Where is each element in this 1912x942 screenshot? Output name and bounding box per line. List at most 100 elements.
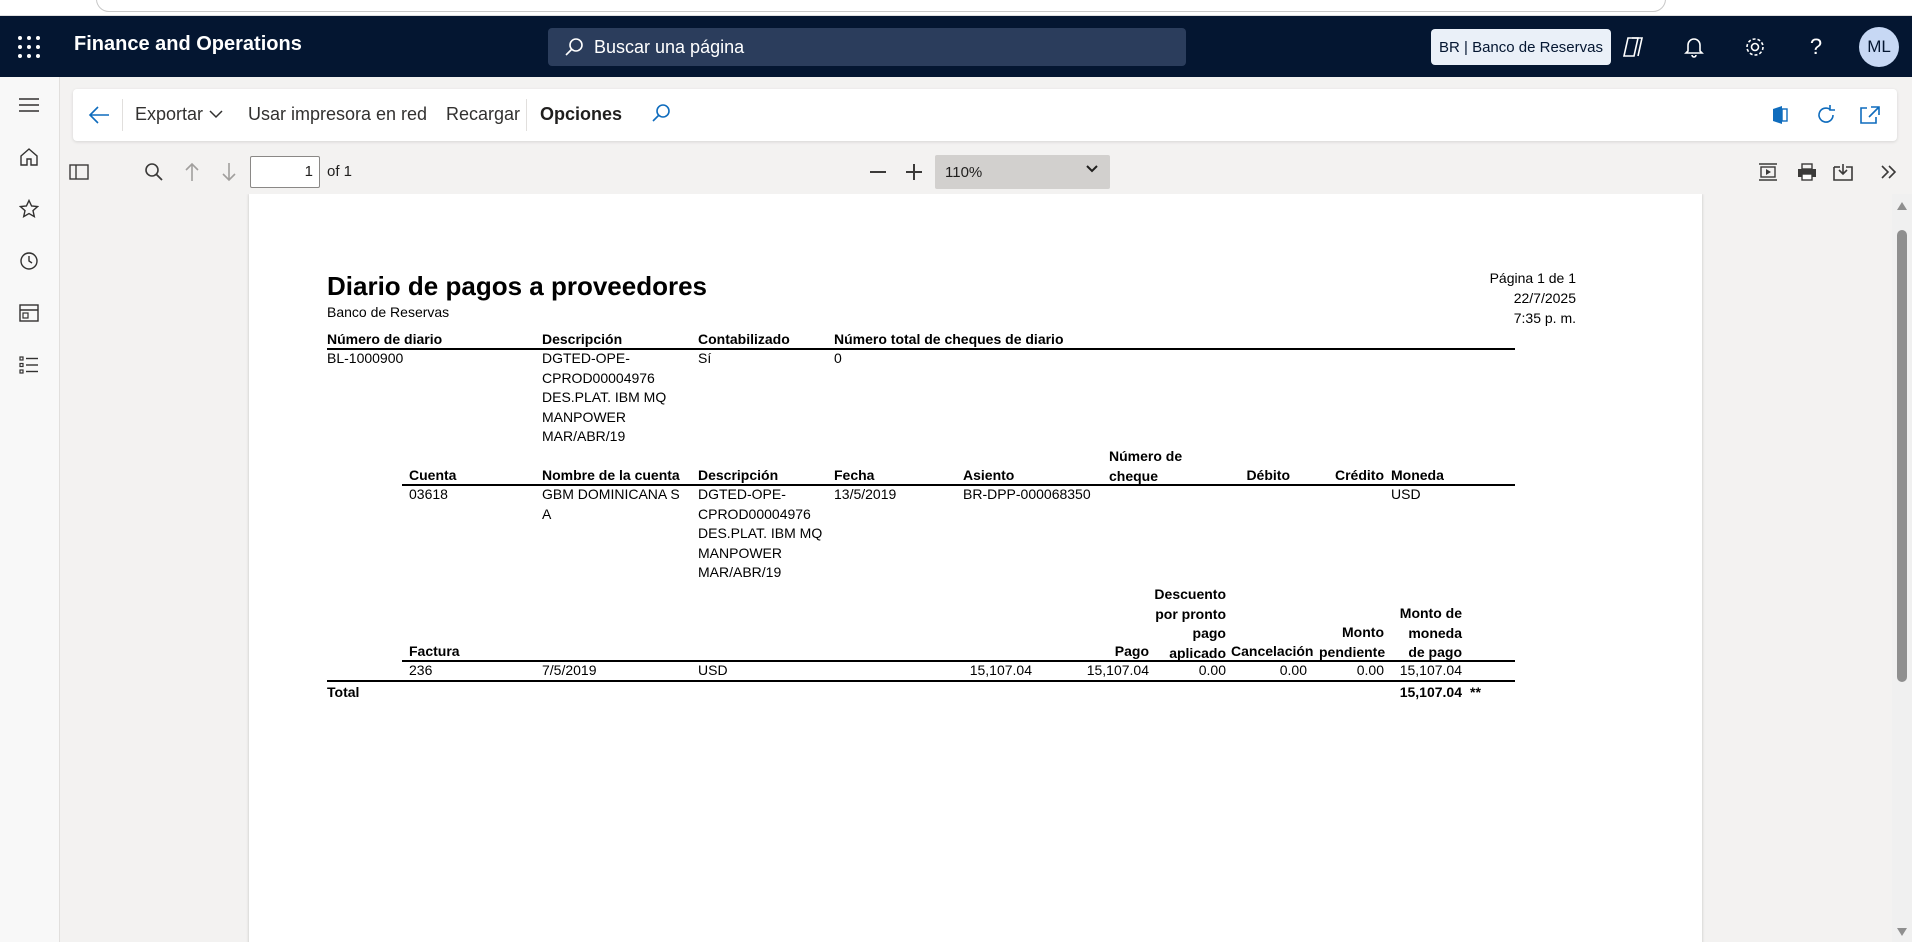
col-remaining: Monto pendiente (1319, 624, 1386, 660)
pdf-viewer[interactable]: Diario de pagos a proveedores Banco de R… (61, 194, 1892, 942)
previous-page-arrow-icon[interactable] (179, 159, 205, 185)
invoice-currency-value: USD (698, 662, 728, 678)
left-navigation (0, 77, 60, 942)
zoom-select[interactable]: 110% (935, 155, 1110, 189)
print-icon[interactable] (1794, 159, 1820, 185)
divider (526, 99, 527, 131)
hamburger-menu-icon[interactable] (15, 91, 43, 119)
pdf-toolbar: 1 of 1 110% (61, 150, 1912, 194)
settings-gear-icon[interactable] (1740, 32, 1770, 62)
account-value: 03618 (409, 486, 448, 502)
action-pane: Exportar Usar impresora en red Recargar … (73, 89, 1897, 141)
search-icon (565, 38, 583, 56)
divider (122, 99, 123, 131)
global-search[interactable]: Buscar una página (548, 28, 1186, 66)
browser-address-bar[interactable] (96, 0, 1666, 12)
find-search-icon[interactable] (141, 159, 167, 185)
next-page-arrow-icon[interactable] (216, 159, 242, 185)
reload-button[interactable]: Recargar (446, 104, 520, 125)
company-picker[interactable]: BR | Banco de Reservas (1431, 29, 1611, 65)
page-number-input[interactable]: 1 (250, 156, 320, 188)
notifications-icon[interactable] (1679, 32, 1709, 62)
sidebar-toggle-icon[interactable] (66, 159, 92, 185)
presentation-mode-icon[interactable] (1755, 159, 1781, 185)
col-description: Descripción (542, 331, 623, 347)
col-account: Cuenta (409, 467, 457, 483)
report-title: Diario de pagos a proveedores (327, 271, 708, 301)
journal-number-value: BL-1000900 (327, 350, 404, 366)
col-payment-currency-amount: Monto de moneda de pago (1399, 605, 1462, 660)
col-posted: Contabilizado (698, 331, 790, 347)
more-tools-chevron-icon[interactable] (1876, 159, 1902, 185)
office-icon[interactable] (1767, 102, 1793, 128)
chevron-down-icon (209, 110, 223, 119)
total-rule (327, 680, 1515, 682)
help-icon[interactable]: ? (1801, 32, 1831, 62)
invoice-value: 236 (409, 662, 433, 678)
scroll-thumb[interactable] (1897, 230, 1907, 682)
report-page: Diario de pagos a proveedores Banco de R… (249, 194, 1702, 942)
posted-value: Sí (698, 350, 712, 366)
col-cancellation: Cancelación (1231, 643, 1314, 659)
app-header: Finance and Operations Buscar una página… (0, 16, 1912, 77)
zoom-out-icon[interactable] (865, 159, 891, 185)
report-company: Banco de Reservas (327, 304, 450, 320)
total-marker: ** (1470, 684, 1481, 700)
export-label: Exportar (135, 104, 204, 124)
payment-currency-amount-value: 15,107.04 (1399, 662, 1462, 678)
open-new-window-icon[interactable] (1857, 102, 1883, 128)
app-launcher-icon[interactable] (18, 36, 40, 58)
browser-chrome (0, 0, 1912, 16)
refresh-icon[interactable] (1813, 102, 1839, 128)
page-count: of 1 (327, 163, 353, 180)
back-arrow-icon[interactable] (85, 101, 113, 129)
download-save-icon[interactable] (1830, 159, 1856, 185)
cancellation-value: 0.00 (1279, 662, 1307, 678)
col-invoice: Factura (409, 643, 460, 659)
total-label: Total (327, 684, 360, 700)
vertical-scrollbar[interactable] (1892, 194, 1912, 942)
line-currency-value: USD (1391, 486, 1421, 502)
col-currency: Moneda (1391, 467, 1444, 483)
search-placeholder: Buscar una página (594, 36, 745, 57)
report-time: 7:35 p. m. (1513, 310, 1576, 326)
col-total-checks: Número total de cheques de diario (834, 331, 1064, 347)
header-rule (327, 348, 1515, 350)
total-value: 15,107.04 (1399, 684, 1462, 700)
page-info: Página 1 de 1 (1489, 270, 1576, 286)
zoom-in-icon[interactable] (901, 159, 927, 185)
invoice-payment-value: 15,107.04 (1086, 662, 1149, 678)
avatar[interactable]: ML (1859, 27, 1899, 67)
col-date: Fecha (834, 467, 875, 483)
line-date-value: 13/5/2019 (834, 486, 897, 502)
scroll-up-arrow-icon[interactable] (1897, 202, 1907, 210)
modules-list-icon[interactable] (15, 351, 43, 379)
col-cash-discount: Descuento por pronto pago aplicado (1154, 586, 1226, 661)
recent-clock-icon[interactable] (15, 247, 43, 275)
favorites-star-icon[interactable] (15, 195, 43, 223)
invoice-date-value: 7/5/2019 (542, 662, 597, 678)
cash-discount-value: 0.00 (1198, 662, 1226, 678)
remaining-value: 0.00 (1356, 662, 1384, 678)
action-search-icon[interactable] (650, 102, 672, 124)
report-date: 22/7/2025 (1513, 290, 1576, 306)
home-icon[interactable] (15, 143, 43, 171)
copilot-icon[interactable] (1618, 32, 1648, 62)
line-description-value: DGTED-OPE-CPROD00004976 DES.PLAT. IBM MQ… (698, 486, 823, 580)
export-button[interactable]: Exportar (135, 104, 223, 125)
col-credit: Crédito (1335, 467, 1384, 483)
workspaces-icon[interactable] (15, 299, 43, 327)
col-line-description: Descripción (698, 467, 779, 483)
col-journal-number: Número de diario (327, 331, 443, 347)
options-tab[interactable]: Opciones (540, 104, 622, 125)
app-title[interactable]: Finance and Operations (74, 33, 302, 56)
invoice-amount-value: 15,107.04 (969, 662, 1032, 678)
network-printer-button[interactable]: Usar impresora en red (248, 104, 427, 125)
total-checks-value: 0 (834, 350, 842, 366)
scroll-down-arrow-icon[interactable] (1897, 928, 1907, 936)
col-account-name: Nombre de la cuenta (542, 467, 680, 483)
col-debit: Débito (1246, 467, 1290, 483)
voucher-value: BR-DPP-000068350 (963, 486, 1091, 502)
col-payment: Pago (1114, 643, 1149, 659)
col-check-number: Número de cheque (1109, 448, 1183, 484)
